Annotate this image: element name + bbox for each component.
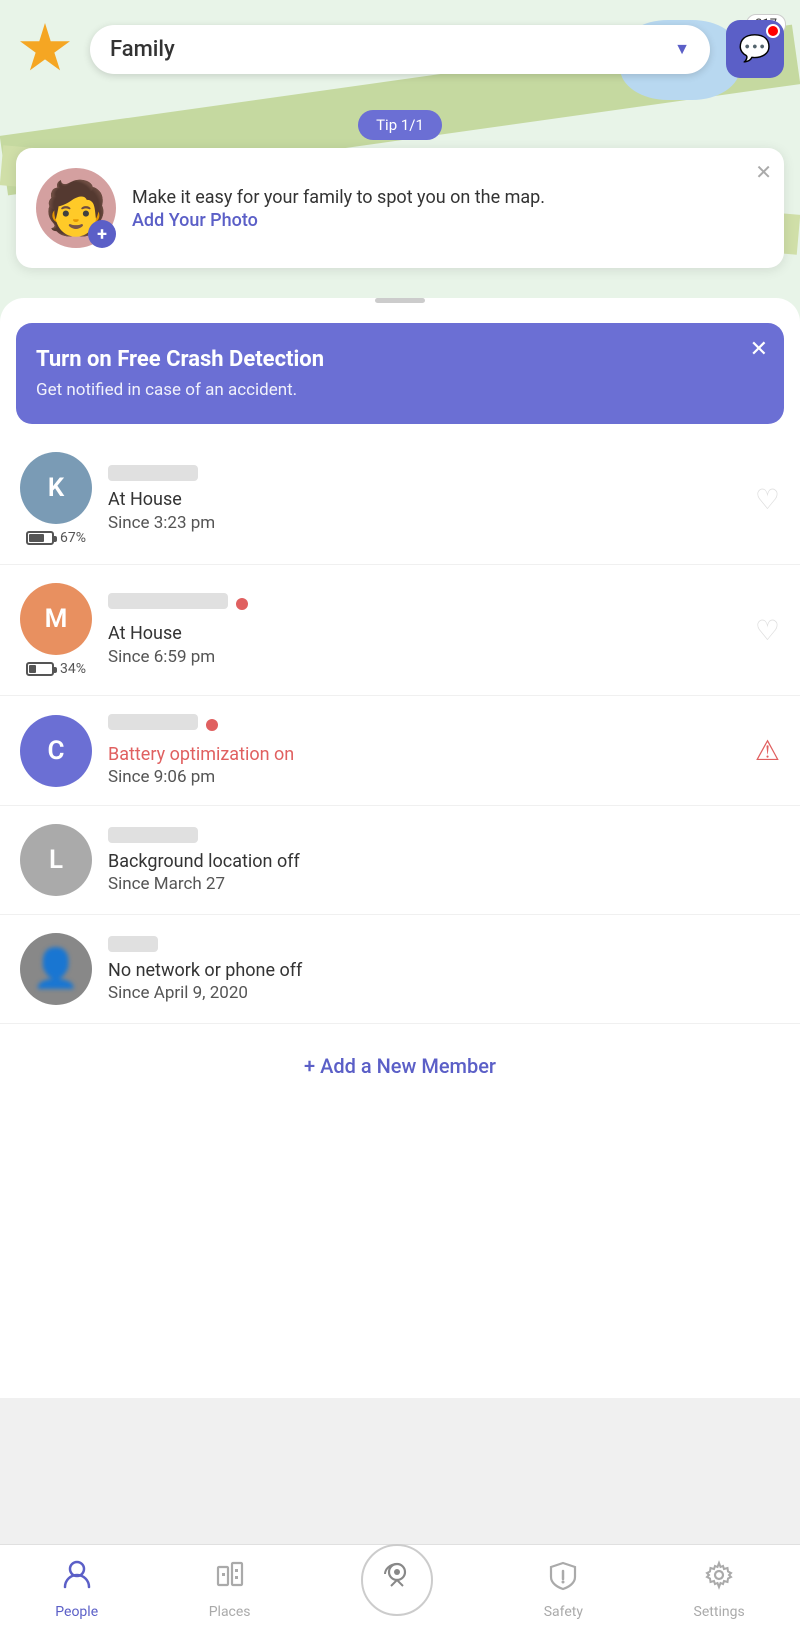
member-name-row — [108, 593, 739, 615]
tip-text: Make it easy for your family to spot you… — [132, 185, 764, 231]
nav-item-settings[interactable]: Settings — [694, 1559, 745, 1620]
chat-icon: 💬 — [739, 34, 771, 64]
nav-label-places: Places — [209, 1604, 251, 1620]
nav-label-settings: Settings — [694, 1604, 745, 1620]
nav-item-people[interactable]: People — [55, 1559, 98, 1620]
member-time: Since 9:06 pm — [108, 767, 739, 787]
settings-icon — [703, 1559, 735, 1598]
person-photo-icon: 👤 — [32, 947, 79, 991]
member-time: Since 3:23 pm — [108, 513, 739, 533]
member-status: At House — [108, 487, 739, 512]
member-action[interactable]: ♡ — [755, 483, 780, 516]
member-avatar-wrap: K 67% — [20, 452, 92, 546]
people-icon — [61, 1559, 93, 1598]
battery-indicator: 34% — [26, 661, 86, 677]
sheet-handle — [375, 298, 425, 303]
member-name-blurred — [108, 593, 228, 609]
warning-icon: ⚠ — [755, 734, 780, 767]
crash-banner[interactable]: Turn on Free Crash Detection Get notifie… — [16, 323, 784, 424]
member-avatar-wrap: M 34% — [20, 583, 92, 677]
nav-label-safety: Safety — [544, 1604, 583, 1620]
member-avatar-k: K — [20, 452, 92, 524]
tip-label: Tip 1/1 — [358, 110, 442, 140]
member-item[interactable]: C Battery optimization on Since 9:06 pm … — [0, 696, 800, 806]
member-avatar-c: C — [20, 715, 92, 787]
member-info: At House Since 6:59 pm — [108, 593, 739, 666]
member-item[interactable]: K 67% At House Since 3:23 pm ♡ — [0, 434, 800, 565]
tip-avatar-container: 🧑 + — [36, 168, 116, 248]
red-dot-icon — [236, 598, 248, 610]
member-item[interactable]: 👤 No network or phone off Since April 9,… — [0, 915, 800, 1024]
member-avatar-photo: 👤 — [20, 933, 92, 1005]
member-name-blurred — [108, 827, 198, 843]
tip-main-text: Make it easy for your family to spot you… — [132, 185, 764, 210]
crash-close-button[interactable]: ✕ — [750, 337, 768, 362]
member-avatar-wrap: C — [20, 715, 92, 787]
member-item[interactable]: M 34% At House Since 6:59 pm ♡ — [0, 565, 800, 696]
member-time: Since 6:59 pm — [108, 647, 739, 667]
member-avatar-m: M — [20, 583, 92, 655]
member-name-row — [108, 714, 739, 736]
crash-subtitle: Get notified in case of an accident. — [36, 380, 764, 400]
crash-title: Turn on Free Crash Detection — [36, 347, 764, 372]
chat-button[interactable]: 💬 — [726, 20, 784, 78]
family-selector[interactable]: Family ▼ — [90, 25, 710, 74]
member-name-blurred — [108, 936, 158, 952]
nav-label-people: People — [55, 1604, 98, 1620]
notification-dot — [766, 24, 780, 38]
member-status: No network or phone off — [108, 958, 780, 983]
nav-center-button[interactable] — [361, 1544, 433, 1616]
member-info: At House Since 3:23 pm — [108, 465, 739, 532]
battery-fill — [29, 665, 36, 673]
member-avatar-l: L — [20, 824, 92, 896]
battery-indicator: 67% — [26, 530, 86, 546]
add-photo-icon[interactable]: + — [88, 220, 116, 248]
heart-icon: ♡ — [755, 614, 780, 647]
dropdown-arrow-icon: ▼ — [674, 39, 690, 59]
member-name-blurred — [108, 714, 198, 730]
member-status: At House — [108, 621, 739, 646]
member-item[interactable]: L Background location off Since March 27 — [0, 806, 800, 915]
battery-fill — [29, 534, 44, 542]
family-name: Family — [110, 37, 662, 62]
nav-center-icon — [375, 1554, 419, 1606]
member-avatar-wrap: L — [20, 824, 92, 896]
member-action[interactable]: ♡ — [755, 614, 780, 647]
top-header: Family ▼ 💬 — [0, 0, 800, 90]
member-time: Since April 9, 2020 — [108, 983, 780, 1003]
member-status: Background location off — [108, 849, 780, 874]
tip-close-button[interactable]: ✕ — [755, 160, 772, 184]
bottom-nav: People Places — [0, 1544, 800, 1640]
member-list: K 67% At House Since 3:23 pm ♡ M — [0, 434, 800, 1024]
safety-icon — [547, 1559, 579, 1598]
member-info: Battery optimization on Since 9:06 pm — [108, 714, 739, 787]
member-info: Background location off Since March 27 — [108, 827, 780, 894]
battery-text: 67% — [60, 530, 86, 546]
tip-card: 🧑 + Make it easy for your family to spot… — [16, 148, 784, 268]
add-member-button[interactable]: + Add a New Member — [0, 1024, 800, 1108]
battery-icon — [26, 662, 54, 676]
heart-icon: ♡ — [755, 483, 780, 516]
red-dot-icon — [206, 719, 218, 731]
member-info: No network or phone off Since April 9, 2… — [108, 936, 780, 1003]
places-icon — [214, 1559, 246, 1598]
bottom-sheet: Turn on Free Crash Detection Get notifie… — [0, 298, 800, 1398]
tip-section: Tip 1/1 🧑 + Make it easy for your family… — [0, 110, 800, 268]
member-status-warning: Battery optimization on — [108, 742, 739, 767]
member-time: Since March 27 — [108, 874, 780, 894]
battery-text: 34% — [60, 661, 86, 677]
battery-icon — [26, 531, 54, 545]
nav-item-places[interactable]: Places — [209, 1559, 251, 1620]
star-badge[interactable] — [16, 20, 74, 78]
member-name-blurred — [108, 465, 198, 481]
nav-item-safety[interactable]: Safety — [544, 1559, 583, 1620]
member-avatar-wrap: 👤 — [20, 933, 92, 1005]
tip-link[interactable]: Add Your Photo — [132, 210, 764, 231]
member-action[interactable]: ⚠ — [755, 734, 780, 767]
